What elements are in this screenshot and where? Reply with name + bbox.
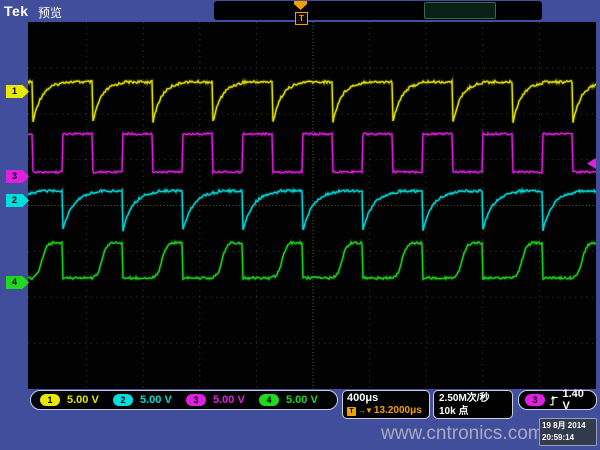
channel-scale-readout: 1 5.00 V 2 5.00 V 3 5.00 V 4 5.00 V [30, 390, 338, 410]
delay-arrows-icon: →▼ [358, 405, 372, 417]
channel-1-readout: 1 5.00 V [40, 394, 109, 406]
channel-1-scale: 5.00 V [67, 394, 99, 406]
timebase-readout: 400μs T →▼ 13.2000μs [342, 390, 430, 419]
acquisition-readout: 2.50M次/秒 10k 点 [433, 390, 513, 419]
trigger-readout: 3 1.40 V [518, 390, 597, 410]
sample-rate: 2.50M次/秒 [439, 392, 507, 405]
trigger-position-arrow-icon [294, 1, 307, 10]
channel-1-badge: 1 [40, 394, 60, 406]
channel-4-scale: 5.00 V [286, 394, 318, 406]
channel-marker-2: 2 [6, 194, 29, 207]
channel-3-readout: 3 5.00 V [186, 394, 255, 406]
channel-4-readout: 4 5.00 V [259, 394, 328, 406]
watermark: www.cntronics.com [381, 423, 544, 445]
trigger-t-icon: T [295, 12, 308, 25]
channel-4-badge: 4 [259, 394, 279, 406]
top-readout-box [424, 2, 496, 19]
oscilloscope-screen: Tek 预览 T 1 2 3 4 1 5.00 V 2 5.00 V 3 5.0… [0, 0, 600, 450]
trigger-source-badge: 3 [525, 394, 545, 406]
waveform-display [28, 22, 596, 389]
channel-marker-1: 1 [6, 85, 29, 98]
trigger-level-value: 1.40 V [563, 388, 591, 412]
datetime-box: 19 8月 2014 20:59:14 [539, 418, 597, 446]
channel-2-badge: 2 [113, 394, 133, 406]
graticule [28, 22, 596, 389]
delay-value: 13.2000μs [374, 405, 422, 417]
channel-2-readout: 2 5.00 V [113, 394, 182, 406]
trigger-delay-readout: T →▼ 13.2000μs [347, 405, 425, 417]
channel-3-scale: 5.00 V [213, 394, 245, 406]
rising-edge-slope-icon [549, 394, 559, 407]
channel-marker-4: 4 [6, 276, 29, 289]
trigger-position-marker: T [294, 1, 307, 25]
time-value: 20:59:14 [542, 432, 594, 444]
channel-3-badge: 3 [186, 394, 206, 406]
channel-2-scale: 5.00 V [140, 394, 172, 406]
tek-logo: Tek [4, 3, 29, 19]
acquisition-status-label: 预览 [38, 4, 62, 21]
date-value: 19 8月 2014 [542, 420, 594, 432]
timebase-scale: 400μs [347, 392, 425, 405]
record-length: 10k 点 [439, 405, 507, 418]
delay-t-icon: T [347, 407, 356, 416]
channel-marker-3: 3 [6, 170, 29, 183]
